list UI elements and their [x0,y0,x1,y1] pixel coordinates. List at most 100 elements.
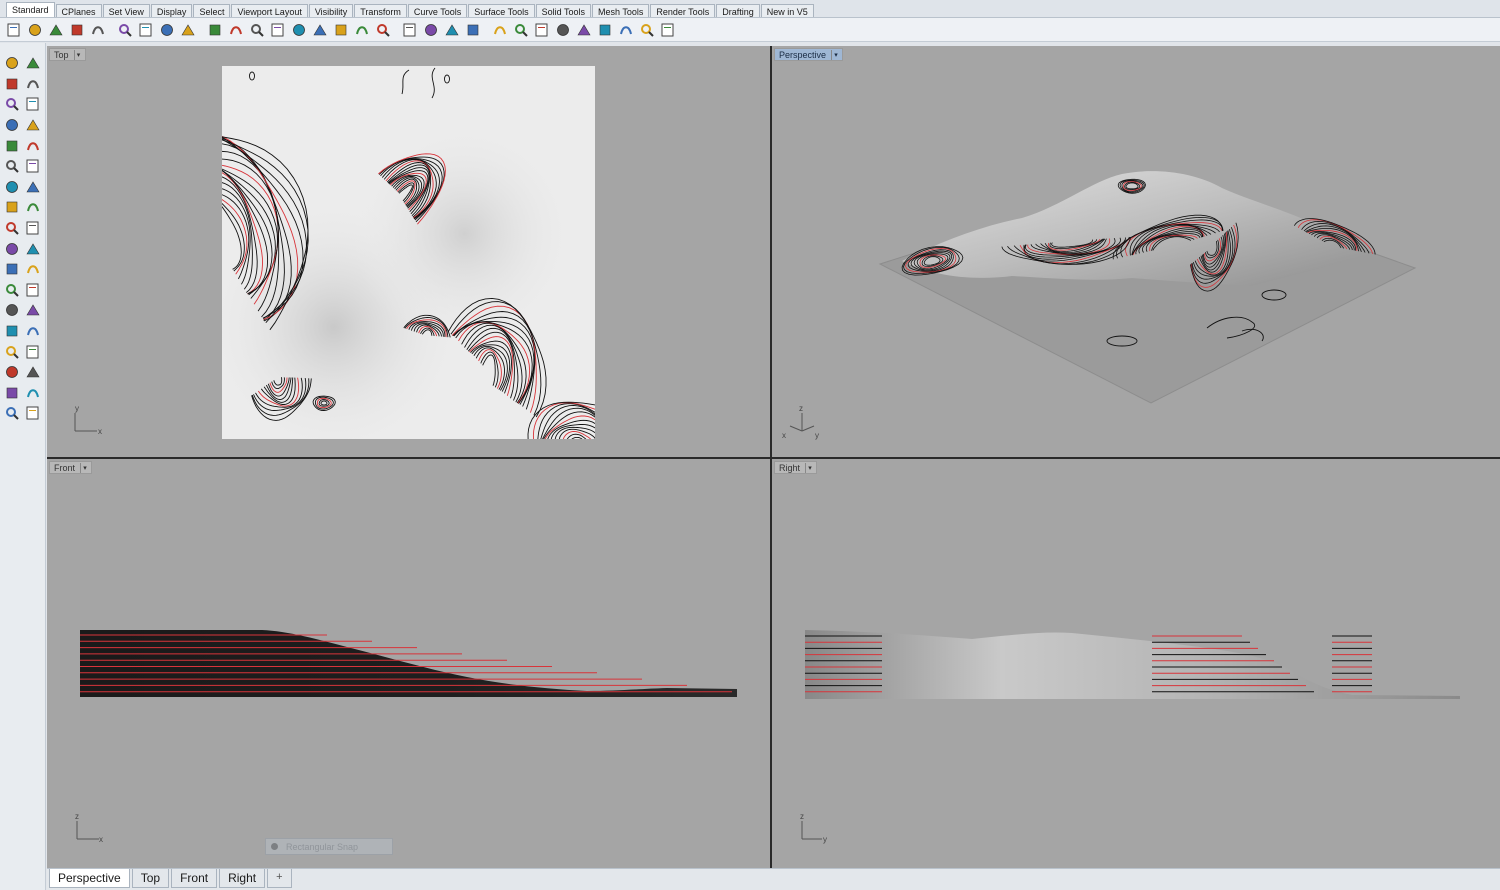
point-icon[interactable] [24,54,42,72]
fillet-icon[interactable] [24,137,42,155]
text-icon[interactable] [3,301,21,319]
help-icon[interactable] [659,21,677,39]
tab-surface-tools[interactable]: Surface Tools [468,4,535,17]
add-viewport-tab-button[interactable]: + [267,869,292,888]
cylinder-icon[interactable] [3,198,21,216]
properties-icon[interactable] [638,21,656,39]
lock-icon[interactable] [464,21,482,39]
palette-row [0,403,45,424]
box-icon[interactable] [3,178,21,196]
tab-display[interactable]: Display [150,4,193,17]
ellipse-icon[interactable] [24,95,42,113]
mesh-icon[interactable] [3,260,21,278]
split-icon[interactable] [24,219,42,237]
material-icon[interactable] [533,21,551,39]
copy-icon[interactable] [137,21,155,39]
viewport-tab-right[interactable]: Right [219,869,266,888]
paste-icon[interactable] [158,21,176,39]
front-viewport[interactable]: Front ▾ x z [47,459,770,868]
light-bulb-icon[interactable] [443,21,461,39]
import-icon[interactable] [89,21,107,39]
tab-transform[interactable]: Transform [354,4,407,17]
shaded-icon[interactable] [491,21,509,39]
top-viewport[interactable]: Top ▾ x y [47,46,770,457]
surface-icon[interactable] [3,157,21,175]
render-sphere-icon[interactable] [575,21,593,39]
palette-row [0,280,45,301]
rectangle-icon[interactable] [24,116,42,134]
select-icon[interactable] [3,54,21,72]
tab-curve-tools[interactable]: Curve Tools [407,4,468,17]
ghosted-icon[interactable] [554,21,572,39]
explode-icon[interactable] [24,240,42,258]
group-icon[interactable] [3,322,21,340]
light-icon[interactable] [24,404,42,422]
arc-icon[interactable] [3,137,21,155]
palette-row [0,362,45,383]
viewport-tab-front[interactable]: Front [171,869,218,888]
print-icon[interactable] [68,21,86,39]
boolean-icon[interactable] [3,240,21,258]
viewport-tab-top[interactable]: Top [131,869,170,888]
align-icon[interactable] [24,363,42,381]
trim-icon[interactable] [3,219,21,237]
pointer-flag-icon[interactable] [596,21,614,39]
four-viewports-icon[interactable] [353,21,371,39]
loft-icon[interactable] [24,157,42,175]
polyline-icon[interactable] [3,75,21,93]
right-viewport[interactable]: Right ▾ y z [772,459,1500,868]
polygon-icon[interactable] [3,116,21,134]
save-icon[interactable] [47,21,65,39]
tab-set-view[interactable]: Set View [102,4,150,17]
new-icon[interactable] [5,21,23,39]
tab-viewport-layout[interactable]: Viewport Layout [231,4,308,17]
render-icon[interactable] [3,404,21,422]
tab-standard[interactable]: Standard [6,2,55,17]
car-icon[interactable] [374,21,392,39]
zoom-extents-icon[interactable] [290,21,308,39]
cut-icon[interactable] [116,21,134,39]
pan-icon[interactable] [206,21,224,39]
offset-icon[interactable] [3,281,21,299]
terrain-section-right[interactable] [805,630,1460,699]
tab-new-in-v5[interactable]: New in V5 [760,4,814,17]
move-view-icon[interactable] [227,21,245,39]
layer-icon[interactable] [617,21,635,39]
extend-icon[interactable] [24,281,42,299]
zoom-window-icon[interactable] [269,21,287,39]
solid-edit-icon[interactable] [3,343,21,361]
viewport-tab-perspective[interactable]: Perspective [49,869,130,888]
dimension-icon[interactable] [24,301,42,319]
rendered-icon[interactable] [512,21,530,39]
tab-select[interactable]: Select [193,4,231,17]
zoom-icon[interactable] [248,21,266,39]
array-icon[interactable] [3,363,21,381]
points-icon[interactable] [24,260,42,278]
measure-icon[interactable] [24,343,42,361]
perspective-viewport[interactable]: Perspective ▾ y x z [772,46,1500,457]
check-icon[interactable] [24,384,42,402]
terrain-section-front[interactable] [80,630,737,697]
tab-visibility[interactable]: Visibility [308,4,354,17]
right-view-canvas: y z [800,630,1460,844]
open-icon[interactable] [26,21,44,39]
axis-indicator: x z [75,812,103,844]
curve-icon[interactable] [24,75,42,93]
tab-render-tools[interactable]: Render Tools [650,4,716,17]
circle-icon[interactable] [3,95,21,113]
block-icon[interactable] [24,322,42,340]
axis-z-label: z [799,404,803,413]
rotate-view-icon[interactable] [332,21,350,39]
tab-mesh-tools[interactable]: Mesh Tools [591,4,650,17]
undo-icon[interactable] [179,21,197,39]
tab-cplanes[interactable]: CPlanes [55,4,102,17]
zoom-selected-icon[interactable] [311,21,329,39]
hide-icon[interactable] [401,21,419,39]
tab-solid-tools[interactable]: Solid Tools [535,4,591,17]
tab-drafting[interactable]: Drafting [716,4,760,17]
plane-icon[interactable] [24,198,42,216]
show-icon[interactable] [422,21,440,39]
sphere-icon[interactable] [24,178,42,196]
snap-toggle[interactable]: Rectangular Snap [265,838,393,855]
analyze-icon[interactable] [3,384,21,402]
